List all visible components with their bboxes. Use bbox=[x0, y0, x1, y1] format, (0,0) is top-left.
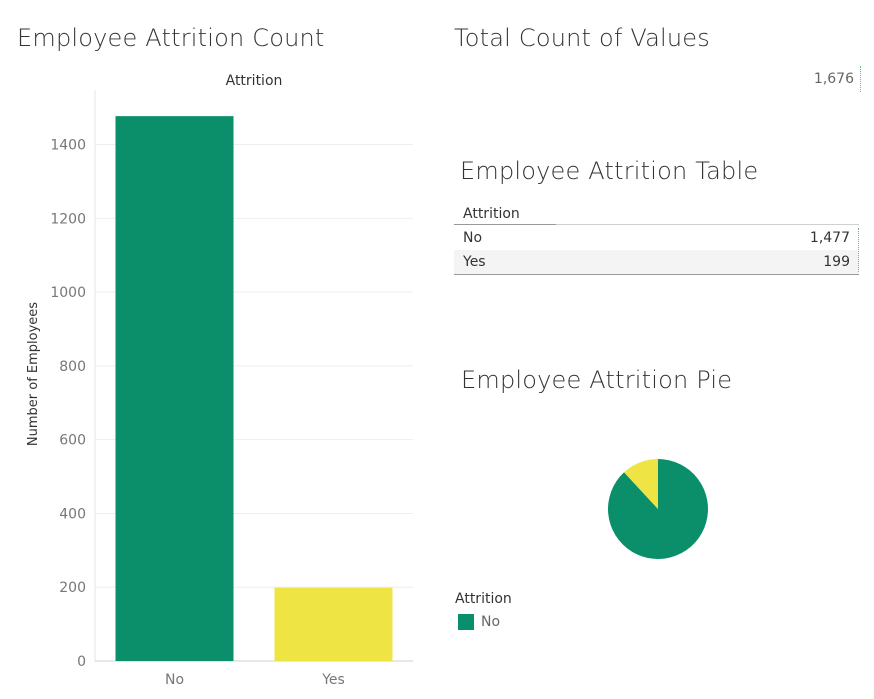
bar-y-axis-label: Number of Employees bbox=[26, 302, 41, 446]
table-row: No 1,477 bbox=[454, 226, 859, 250]
pie-title: Employee Attrition Pie bbox=[461, 366, 733, 394]
bar-chart: Attrition Number of Employees 0 200 400 600… bbox=[26, 73, 413, 688]
table-top-line bbox=[556, 224, 859, 225]
table-row: Yes 199 bbox=[454, 250, 859, 274]
bar-yes[interactable] bbox=[274, 587, 393, 661]
total-title: Total Count of Values bbox=[454, 24, 710, 52]
bar-y-tick-label: 0 bbox=[77, 654, 86, 670]
table-bottom-line bbox=[454, 274, 859, 275]
bar-y-tick-label: 1400 bbox=[50, 138, 86, 154]
table-cell-label: Yes bbox=[463, 254, 486, 270]
table-cell-value: 1,477 bbox=[809, 230, 850, 246]
table-title: Employee Attrition Table bbox=[460, 157, 759, 185]
pie-chart bbox=[608, 459, 708, 559]
total-divider bbox=[860, 66, 861, 92]
bar-no[interactable] bbox=[115, 116, 234, 661]
legend-title: Attrition bbox=[455, 591, 512, 607]
bar-y-tick-label: 400 bbox=[59, 506, 86, 522]
table-header-underline bbox=[454, 224, 556, 225]
table-header: Attrition bbox=[463, 206, 520, 222]
bar-x-tick-label: Yes bbox=[321, 672, 345, 688]
legend-label-no: No bbox=[481, 614, 501, 630]
bar-x-tick-label: No bbox=[165, 672, 184, 688]
bar-y-tick-label: 1200 bbox=[50, 211, 86, 227]
table-cell-value: 199 bbox=[823, 254, 850, 270]
bar-y-tick-label: 800 bbox=[59, 359, 86, 375]
table-right-divider bbox=[858, 228, 859, 272]
bar-y-tick-label: 200 bbox=[59, 580, 86, 596]
bar-y-tick-label: 1000 bbox=[50, 285, 86, 301]
total-value: 1,676 bbox=[813, 71, 854, 87]
bar-column-header: Attrition bbox=[226, 73, 283, 89]
legend-swatch-no bbox=[458, 614, 474, 630]
table-cell-label: No bbox=[463, 230, 483, 246]
bar-y-tick-label: 600 bbox=[59, 433, 86, 449]
